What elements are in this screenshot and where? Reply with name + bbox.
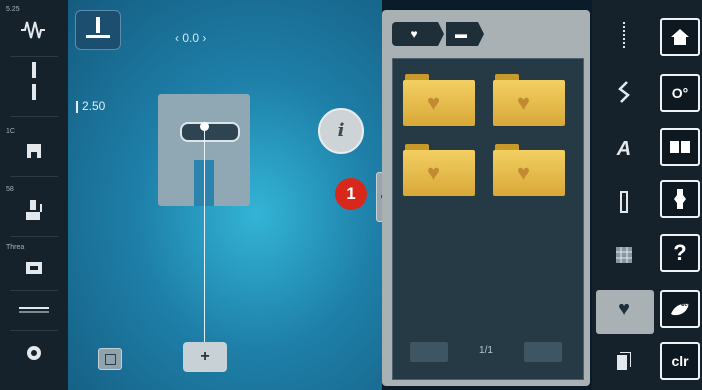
fullscreen-view-button[interactable] <box>98 348 122 370</box>
needle-position-value: ‹ 0.0 › <box>175 31 207 45</box>
presser-foot-icon[interactable] <box>0 140 68 170</box>
help-icon: ? <box>673 240 687 265</box>
quilt-stitches-icon[interactable] <box>592 246 656 272</box>
clear-button[interactable]: clr <box>660 342 700 380</box>
sewing-machine-screen: 5.25 1C 58 Threa ‹ 0.0 › 2.50 i 1 + ♥ ▬ … <box>0 0 702 390</box>
tutorial-icon <box>670 140 690 153</box>
next-page-button[interactable] <box>524 342 562 362</box>
feed-dog-icon[interactable] <box>0 258 68 284</box>
folder-item[interactable]: ♥ <box>493 74 565 126</box>
heart-icon: ♥ <box>427 160 441 185</box>
needle-line <box>204 126 205 348</box>
thread-tension-icon[interactable] <box>0 344 68 366</box>
stitch-width-icon[interactable] <box>0 18 68 48</box>
stitch-width-label: 5.25 <box>6 6 20 13</box>
buttonholes-icon[interactable] <box>592 190 656 220</box>
setup-icon: O° <box>671 85 689 101</box>
needle-position-button[interactable] <box>75 10 121 50</box>
eco-mode-button[interactable]: eco <box>660 290 700 328</box>
callout-marker: 1 <box>335 178 367 210</box>
folder-icon: ▬ <box>455 27 467 41</box>
feed-dog-label: Threa <box>6 244 25 251</box>
heart-icon: ♥ <box>517 160 531 185</box>
stitch-category-strip: A ♥ <box>592 0 656 390</box>
eco-mode-icon: eco <box>671 302 691 315</box>
stitch-length-icon[interactable] <box>0 62 68 112</box>
breadcrumb-folder-tab[interactable]: ▬ <box>446 22 476 46</box>
alphabets-icon[interactable]: A <box>592 138 656 168</box>
stitch-plate-icon[interactable] <box>0 302 68 318</box>
home-icon <box>671 28 689 45</box>
presser-foot-pressure-label: 58 <box>6 186 14 193</box>
page-indicator: 1/1 <box>479 345 493 356</box>
decorative-stitches-icon[interactable] <box>592 80 656 110</box>
practical-stitches-icon[interactable] <box>592 22 656 52</box>
sewing-consultant-icon <box>674 188 686 209</box>
presser-foot-label: 1C <box>6 128 15 135</box>
memory-icon[interactable] <box>592 351 656 378</box>
pagination: 1/1 <box>402 342 570 362</box>
breadcrumb-heart-tab[interactable]: ♥ <box>392 22 436 46</box>
svg-text:eco: eco <box>681 302 691 308</box>
tutorial-button[interactable] <box>660 128 700 166</box>
sewing-consultant-button[interactable] <box>660 180 700 218</box>
help-button[interactable]: ? <box>660 234 700 272</box>
presser-foot-pressure-icon[interactable] <box>0 198 68 228</box>
personal-program-heart-icon[interactable]: ♥ <box>592 298 656 326</box>
folder-item[interactable]: ♥ <box>403 144 475 196</box>
needle-point <box>200 122 209 131</box>
heart-icon: ♥ <box>410 27 418 41</box>
home-button[interactable] <box>660 18 700 56</box>
stitch-length-value: 2.50 <box>76 99 105 113</box>
heart-icon: ♥ <box>427 90 441 115</box>
previous-page-button[interactable] <box>410 342 448 362</box>
left-sidebar: 5.25 1C 58 Threa <box>0 0 68 390</box>
folder-item[interactable]: ♥ <box>403 74 475 126</box>
move-stitch-button[interactable]: + <box>183 342 227 372</box>
info-button[interactable]: i <box>318 108 364 154</box>
heart-icon: ♥ <box>517 90 531 115</box>
setup-button[interactable]: O° <box>660 74 700 112</box>
folder-item[interactable]: ♥ <box>493 144 565 196</box>
